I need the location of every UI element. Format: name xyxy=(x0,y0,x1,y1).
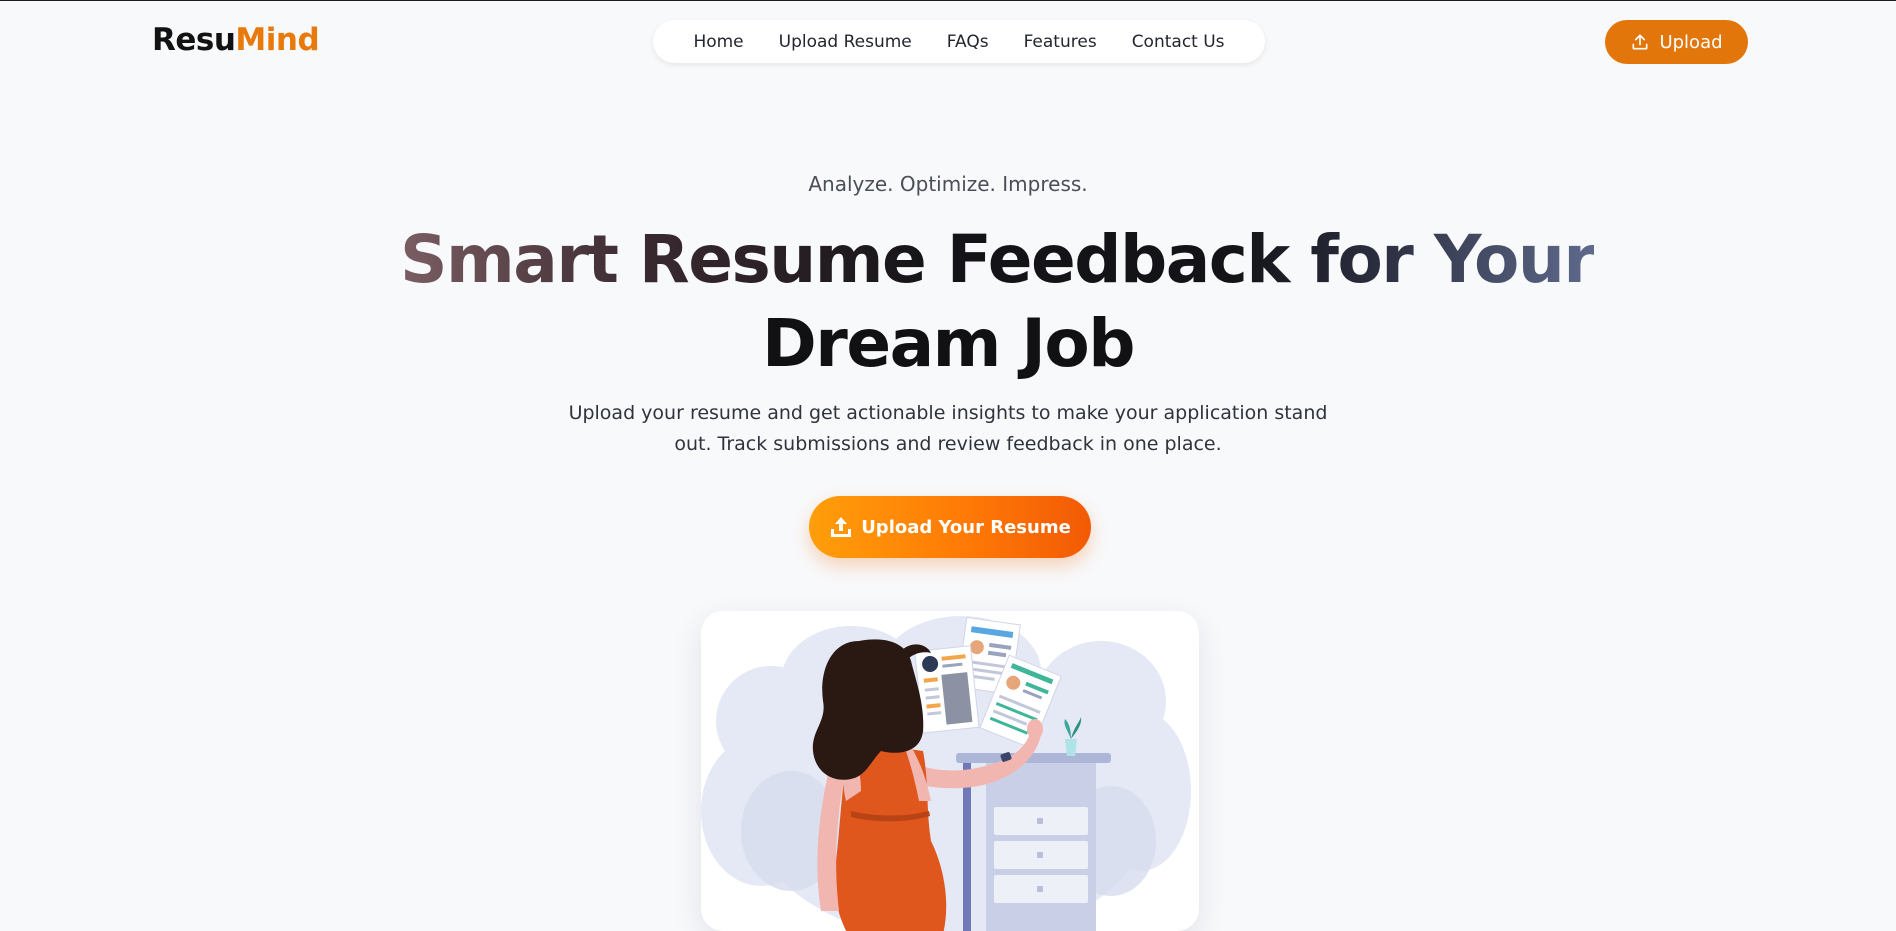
nav-faqs[interactable]: FAQs xyxy=(929,32,1006,52)
hero-title: Smart Resume Feedback for Your Dream Job xyxy=(400,218,1596,386)
brand-logo-part1: Resu xyxy=(152,22,236,58)
woman-reviewing-resumes-illustration xyxy=(701,616,1191,931)
nav-home[interactable]: Home xyxy=(676,32,761,52)
header-upload-label: Upload xyxy=(1659,31,1723,53)
nav-upload-resume[interactable]: Upload Resume xyxy=(761,32,929,52)
nav-features[interactable]: Features xyxy=(1006,32,1114,52)
hero-illustration-card xyxy=(701,611,1199,931)
hero-tagline: Analyze. Optimize. Impress. xyxy=(808,172,1088,196)
main-nav: Home Upload Resume FAQs Features Contact… xyxy=(653,20,1265,63)
hero-title-line1: Smart Resume Feedback for Your xyxy=(400,221,1596,298)
header-upload-button[interactable]: Upload xyxy=(1605,20,1748,64)
brand-logo[interactable]: ResuMind xyxy=(152,22,320,58)
brand-logo-part2: Mind xyxy=(235,22,320,58)
hero-subtitle: Upload your resume and get actionable in… xyxy=(568,402,1328,455)
hero-title-line2: Dream Job xyxy=(761,305,1136,382)
upload-your-resume-button[interactable]: Upload Your Resume xyxy=(809,496,1091,558)
nav-contact-us[interactable]: Contact Us xyxy=(1114,32,1242,52)
upload-icon xyxy=(1632,34,1648,50)
upload-tray-icon xyxy=(831,517,852,537)
upload-your-resume-label: Upload Your Resume xyxy=(861,516,1071,538)
site-header: ResuMind Home Upload Resume FAQs Feature… xyxy=(0,0,1896,84)
